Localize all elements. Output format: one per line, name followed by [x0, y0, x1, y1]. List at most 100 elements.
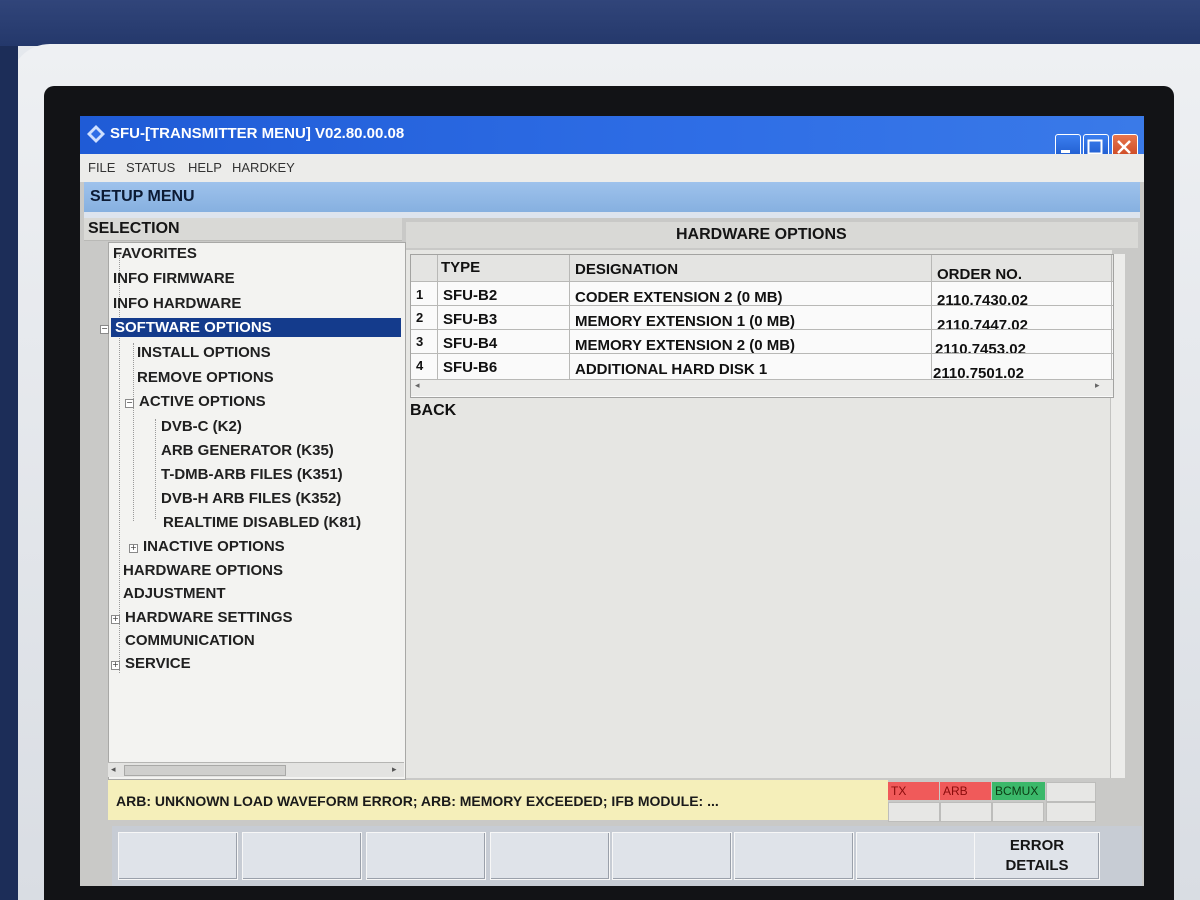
cell-order-no[interactable]: 2110.7453.02 — [935, 341, 1026, 358]
row-number: 3 — [416, 334, 424, 349]
empty-indicator — [1046, 782, 1096, 802]
tree-item-inactive-options[interactable]: INACTIVE OPTIONS — [143, 538, 285, 555]
selection-header: SELECTION — [84, 218, 402, 241]
tree-item-hardware-options[interactable]: HARDWARE OPTIONS — [123, 562, 283, 579]
tree-item-remove-options[interactable]: REMOVE OPTIONS — [137, 369, 274, 386]
softkey-bar: ERROR DETAILS — [112, 826, 1142, 886]
menu-bar: FILE STATUS HELP HARDKEY — [80, 154, 1144, 182]
table-horizontal-scrollbar[interactable]: ◂ ▸ — [411, 379, 1113, 396]
tree-item-install-options[interactable]: INSTALL OPTIONS — [137, 344, 271, 361]
tree-item-hardware-settings[interactable]: HARDWARE SETTINGS — [125, 609, 293, 626]
close-icon — [1117, 140, 1131, 154]
cell-type[interactable]: SFU-B6 — [443, 359, 497, 376]
tree-guide-line — [155, 419, 156, 519]
scroll-thumb[interactable] — [124, 765, 286, 776]
cell-designation[interactable]: ADDITIONAL HARD DISK 1 — [575, 361, 767, 378]
column-divider — [569, 255, 570, 379]
row-number: 1 — [416, 287, 424, 302]
hardware-options-table: TYPE DESIGNATION ORDER NO. 1 SFU-B2 CODE… — [410, 254, 1114, 398]
tree-item-favorites[interactable]: FAVORITES — [113, 245, 197, 262]
softkey-label — [613, 833, 731, 836]
back-button[interactable]: BACK — [410, 402, 456, 420]
tree-item-service[interactable]: SERVICE — [125, 655, 191, 672]
tree-item-tdmb-arb-files[interactable]: T-DMB-ARB FILES (K351) — [161, 466, 343, 483]
scroll-right-icon[interactable]: ▸ — [1095, 381, 1100, 391]
softkey-label — [119, 833, 237, 836]
window-title: SFU-[TRANSMITTER MENU] V02.80.00.08 — [110, 125, 405, 142]
softkey-label — [735, 833, 853, 836]
tree-item-info-hardware[interactable]: INFO HARDWARE — [113, 295, 241, 312]
menu-hardkey[interactable]: HARDKEY — [232, 160, 295, 175]
error-details-softkey[interactable]: ERROR DETAILS — [974, 832, 1100, 880]
bezel-left-band — [0, 46, 18, 900]
empty-indicator — [888, 802, 940, 822]
status-message: ARB: UNKNOWN LOAD WAVEFORM ERROR; ARB: M… — [116, 793, 719, 809]
softkey-label — [243, 833, 361, 836]
cell-type[interactable]: SFU-B3 — [443, 311, 497, 328]
expand-icon[interactable]: + — [129, 544, 138, 553]
bcmux-indicator: BCMUX — [992, 782, 1045, 800]
collapse-icon[interactable]: − — [125, 399, 134, 408]
tree-item-adjustment[interactable]: ADJUSTMENT — [123, 585, 226, 602]
error-details-label: ERROR DETAILS — [1005, 837, 1069, 874]
expand-icon[interactable]: + — [111, 615, 120, 624]
tree-item-communication[interactable]: COMMUNICATION — [125, 632, 255, 649]
column-header-designation[interactable]: DESIGNATION — [575, 261, 678, 278]
scroll-left-icon[interactable]: ◂ — [415, 381, 420, 391]
column-header-type[interactable]: TYPE — [441, 259, 480, 276]
row-number: 2 — [416, 310, 424, 325]
tree-horizontal-scrollbar[interactable]: ◂ ▸ — [108, 762, 404, 777]
column-divider — [1111, 255, 1112, 379]
menu-status[interactable]: STATUS — [126, 160, 175, 175]
tree-item-dvb-c[interactable]: DVB-C (K2) — [161, 418, 242, 435]
tree-item-info-firmware[interactable]: INFO FIRMWARE — [113, 270, 235, 287]
cell-order-no[interactable]: 2110.7430.02 — [937, 292, 1028, 309]
softkey-1[interactable] — [118, 832, 238, 880]
tree-item-software-options[interactable]: SOFTWARE OPTIONS — [111, 318, 401, 337]
softkey-label — [491, 833, 609, 836]
empty-indicator — [1046, 802, 1096, 822]
tree-item-arb-generator[interactable]: ARB GENERATOR (K35) — [161, 442, 334, 459]
hardware-options-title: HARDWARE OPTIONS — [676, 226, 847, 243]
softkey-3[interactable] — [366, 832, 486, 880]
selection-tree[interactable]: FAVORITES INFO FIRMWARE INFO HARDWARE − … — [100, 242, 406, 780]
cell-type[interactable]: SFU-B2 — [443, 287, 497, 304]
tx-indicator: TX — [888, 782, 939, 800]
row-number: 4 — [416, 358, 424, 373]
cell-designation[interactable]: CODER EXTENSION 2 (0 MB) — [575, 289, 783, 306]
softkey-label — [857, 833, 975, 836]
softkey-6[interactable] — [734, 832, 854, 880]
softkey-4[interactable] — [490, 832, 610, 880]
menu-file[interactable]: FILE — [88, 160, 115, 175]
row-divider — [411, 353, 1113, 354]
setup-menu-title: SETUP MENU — [90, 188, 195, 205]
menu-help[interactable]: HELP — [188, 160, 222, 175]
empty-indicator — [940, 802, 992, 822]
cell-type[interactable]: SFU-B4 — [443, 335, 497, 352]
selection-title: SELECTION — [88, 220, 180, 237]
softkey-2[interactable] — [242, 832, 362, 880]
softkey-7[interactable] — [856, 832, 976, 880]
row-divider — [411, 281, 1113, 282]
row-divider — [411, 305, 1113, 306]
maximize-icon — [1087, 139, 1103, 155]
column-divider — [931, 255, 932, 379]
status-message-bar[interactable]: ARB: UNKNOWN LOAD WAVEFORM ERROR; ARB: M… — [108, 780, 888, 820]
collapse-icon[interactable]: − — [100, 325, 109, 334]
softkey-label — [367, 833, 485, 836]
cell-order-no[interactable]: 2110.7447.02 — [937, 317, 1028, 334]
cell-designation[interactable]: MEMORY EXTENSION 2 (0 MB) — [575, 337, 795, 354]
tree-item-dvbh-arb-files[interactable]: DVB-H ARB FILES (K352) — [161, 490, 341, 507]
cell-designation[interactable]: MEMORY EXTENSION 1 (0 MB) — [575, 313, 795, 330]
bezel-top-band — [0, 0, 1200, 46]
tree-item-realtime-disabled[interactable]: REALTIME DISABLED (K81) — [163, 514, 361, 531]
expand-icon[interactable]: + — [111, 661, 120, 670]
tree-item-active-options[interactable]: ACTIVE OPTIONS — [139, 393, 266, 410]
setup-menu-header: SETUP MENU — [84, 182, 1140, 212]
softkey-5[interactable] — [612, 832, 732, 880]
screen: SFU-[TRANSMITTER MENU] V02.80.00.08 FILE… — [80, 116, 1144, 886]
scroll-left-icon[interactable]: ◂ — [111, 765, 116, 775]
scroll-right-icon[interactable]: ▸ — [392, 765, 397, 775]
title-bar: SFU-[TRANSMITTER MENU] V02.80.00.08 — [80, 116, 1144, 154]
tree-guide-line — [133, 343, 134, 521]
